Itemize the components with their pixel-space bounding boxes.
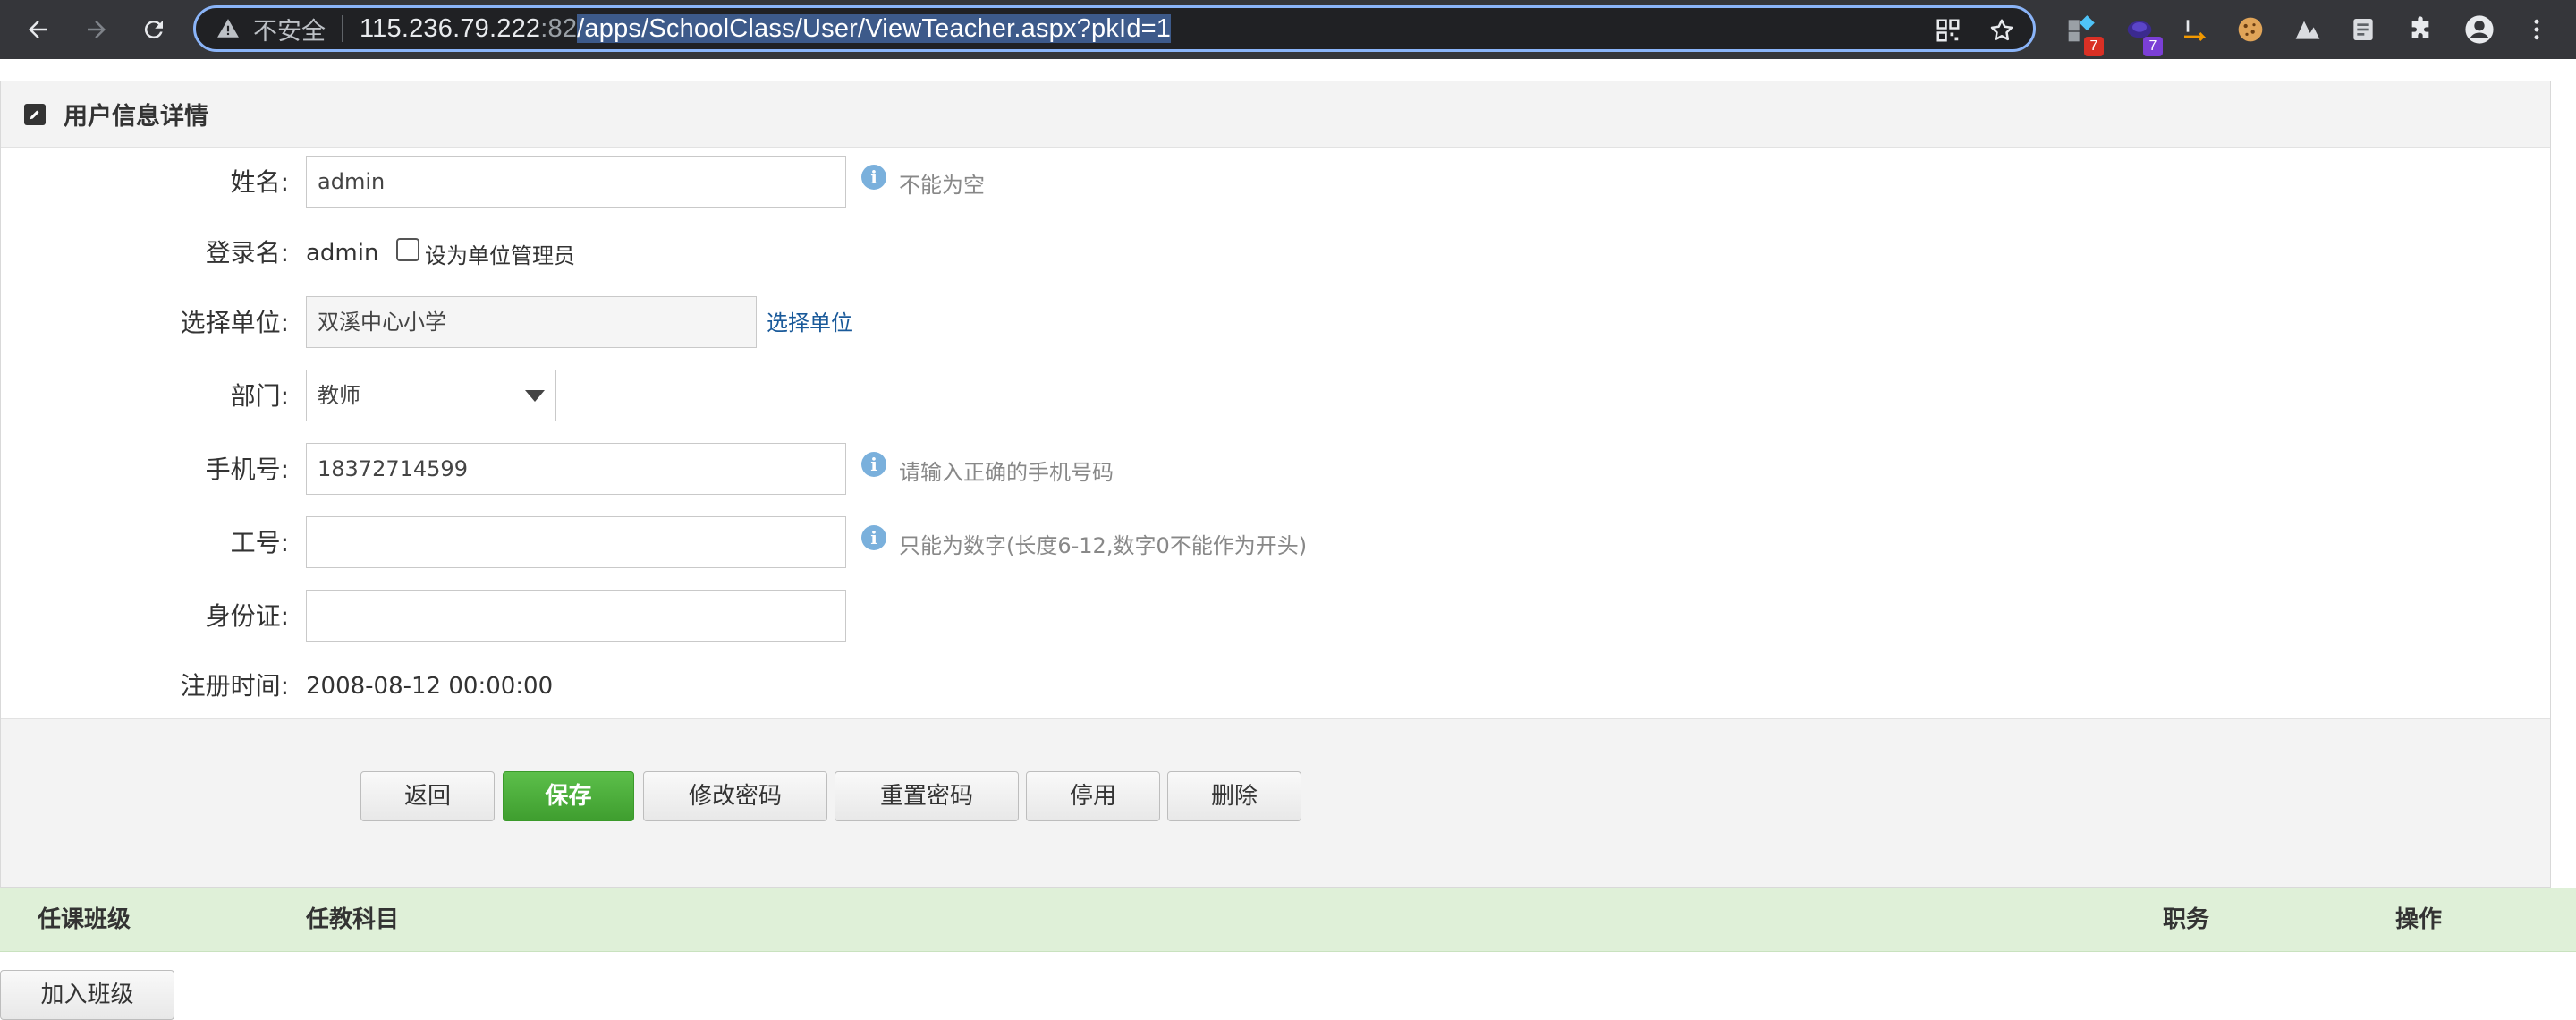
document-extension-icon[interactable] xyxy=(2345,12,2381,47)
unit-admin-label[interactable]: 设为单位管理员 xyxy=(425,238,575,269)
transfer-extension-icon[interactable] xyxy=(2177,12,2213,47)
url-host: 115.236.79.222 xyxy=(360,13,541,43)
column-header-class: 任课班级 xyxy=(38,906,131,933)
page-content: 用户信息详情 姓名: admin i 不能为空 登录名: admin 设为单位管… xyxy=(0,59,2576,1020)
back-button[interactable]: 返回 xyxy=(360,771,495,821)
browser-toolbar: 不安全 115.236.79.222:82/apps/SchoolClass/U… xyxy=(0,0,2576,59)
login-row: 登录名: admin 设为单位管理员 xyxy=(1,226,2550,280)
checkbox-box[interactable] xyxy=(396,238,419,261)
login-label: 登录名: xyxy=(205,238,289,268)
mountain-extension-icon[interactable] xyxy=(2290,12,2326,47)
phone-hint: i 请输入正确的手机号码 xyxy=(861,443,1114,497)
id-card-input[interactable] xyxy=(306,590,846,642)
info-icon: i xyxy=(861,165,886,190)
qr-code-icon[interactable] xyxy=(1933,15,1963,46)
address-separator xyxy=(342,15,343,42)
url-text[interactable]: 115.236.79.222:82/apps/SchoolClass/User/… xyxy=(360,13,1172,44)
extension-1-icon[interactable]: 7 xyxy=(2063,12,2104,56)
address-bar[interactable]: 不安全 115.236.79.222:82/apps/SchoolClass/U… xyxy=(193,5,2036,52)
column-header-position: 职务 xyxy=(2163,906,2210,933)
registration-row: 注册时间: 2008-08-12 00:00:00 xyxy=(1,659,2550,713)
job-number-label: 工号: xyxy=(230,528,289,557)
name-label: 姓名: xyxy=(230,167,289,197)
security-label[interactable]: 不安全 xyxy=(253,12,326,47)
reload-icon xyxy=(144,21,163,39)
arrow-right-icon xyxy=(88,21,106,38)
bookmark-star-icon[interactable] xyxy=(1987,15,2017,46)
cookie-extension-icon[interactable] xyxy=(2233,12,2268,47)
panel-title: 用户信息详情 xyxy=(64,103,208,131)
phone-input[interactable]: 18372714599 xyxy=(306,443,846,495)
back-nav-button[interactable] xyxy=(18,10,57,49)
reload-button[interactable] xyxy=(134,10,174,49)
column-header-subject: 任教科目 xyxy=(306,906,400,933)
unit-input[interactable]: 双溪中心小学 xyxy=(306,296,757,348)
user-info-panel: 用户信息详情 姓名: admin i 不能为空 登录名: admin 设为单位管… xyxy=(0,81,2551,888)
phone-label: 手机号: xyxy=(205,455,289,484)
name-hint: i 不能为空 xyxy=(861,156,985,209)
reset-password-button[interactable]: 重置密码 xyxy=(835,771,1019,821)
forward-nav-button[interactable] xyxy=(77,10,116,49)
department-value: 教师 xyxy=(318,383,360,408)
job-number-hint: i 只能为数字(长度6-12,数字0不能作为开头) xyxy=(861,516,1307,570)
action-bar: 返回 保存 修改密码 重置密码 停用 删除 xyxy=(1,718,2550,887)
phone-row: 手机号: 18372714599 i 请输入正确的手机号码 xyxy=(1,443,2550,497)
puzzle-extensions-icon[interactable] xyxy=(2402,12,2438,47)
edit-icon xyxy=(24,103,46,125)
extension-2-badge: 7 xyxy=(2143,37,2163,56)
join-class-button[interactable]: 加入班级 xyxy=(0,970,174,1020)
url-path: /apps/SchoolClass/User/ViewTeacher.aspx?… xyxy=(577,13,1172,43)
warning-icon[interactable] xyxy=(216,16,241,41)
registration-value: 2008-08-12 00:00:00 xyxy=(306,673,554,700)
change-password-button[interactable]: 修改密码 xyxy=(643,771,827,821)
column-header-actions: 操作 xyxy=(2395,906,2443,933)
name-input[interactable]: admin xyxy=(306,156,846,208)
class-table-header: 任课班级 任教科目 职务 操作 xyxy=(0,888,2576,952)
login-value: admin xyxy=(306,240,379,267)
dropdown-arrow-icon xyxy=(525,390,545,402)
job-number-input[interactable] xyxy=(306,516,846,568)
extension-1-badge: 7 xyxy=(2084,37,2104,56)
chrome-menu-icon[interactable] xyxy=(2519,12,2555,47)
disable-button[interactable]: 停用 xyxy=(1026,771,1160,821)
unit-row: 选择单位: 双溪中心小学 选择单位 xyxy=(1,296,2550,350)
extension-2-icon[interactable]: 7 xyxy=(2122,12,2163,56)
save-button[interactable]: 保存 xyxy=(503,771,634,821)
unit-admin-checkbox[interactable]: 设为单位管理员 xyxy=(396,226,575,280)
id-card-row: 身份证: xyxy=(1,590,2550,643)
job-number-row: 工号: i 只能为数字(长度6-12,数字0不能作为开头) xyxy=(1,516,2550,570)
department-row: 部门: 教师 xyxy=(1,370,2550,423)
arrow-left-icon xyxy=(29,21,47,38)
id-card-label: 身份证: xyxy=(205,601,289,631)
info-icon: i xyxy=(861,452,886,477)
name-hint-text: 不能为空 xyxy=(899,172,985,198)
url-port: :82 xyxy=(540,13,578,43)
job-number-hint-text: 只能为数字(长度6-12,数字0不能作为开头) xyxy=(899,532,1308,558)
name-row: 姓名: admin i 不能为空 xyxy=(1,156,2550,209)
department-select[interactable]: 教师 xyxy=(306,370,556,421)
info-icon: i xyxy=(861,525,886,550)
registration-label: 注册时间: xyxy=(180,671,289,701)
unit-label: 选择单位: xyxy=(180,308,289,337)
select-unit-link[interactable]: 选择单位 xyxy=(767,296,852,350)
department-label: 部门: xyxy=(230,381,289,411)
profile-avatar-icon[interactable] xyxy=(2462,12,2497,47)
delete-button[interactable]: 删除 xyxy=(1167,771,1301,821)
phone-hint-text: 请输入正确的手机号码 xyxy=(899,459,1114,485)
panel-header: 用户信息详情 xyxy=(1,81,2550,148)
